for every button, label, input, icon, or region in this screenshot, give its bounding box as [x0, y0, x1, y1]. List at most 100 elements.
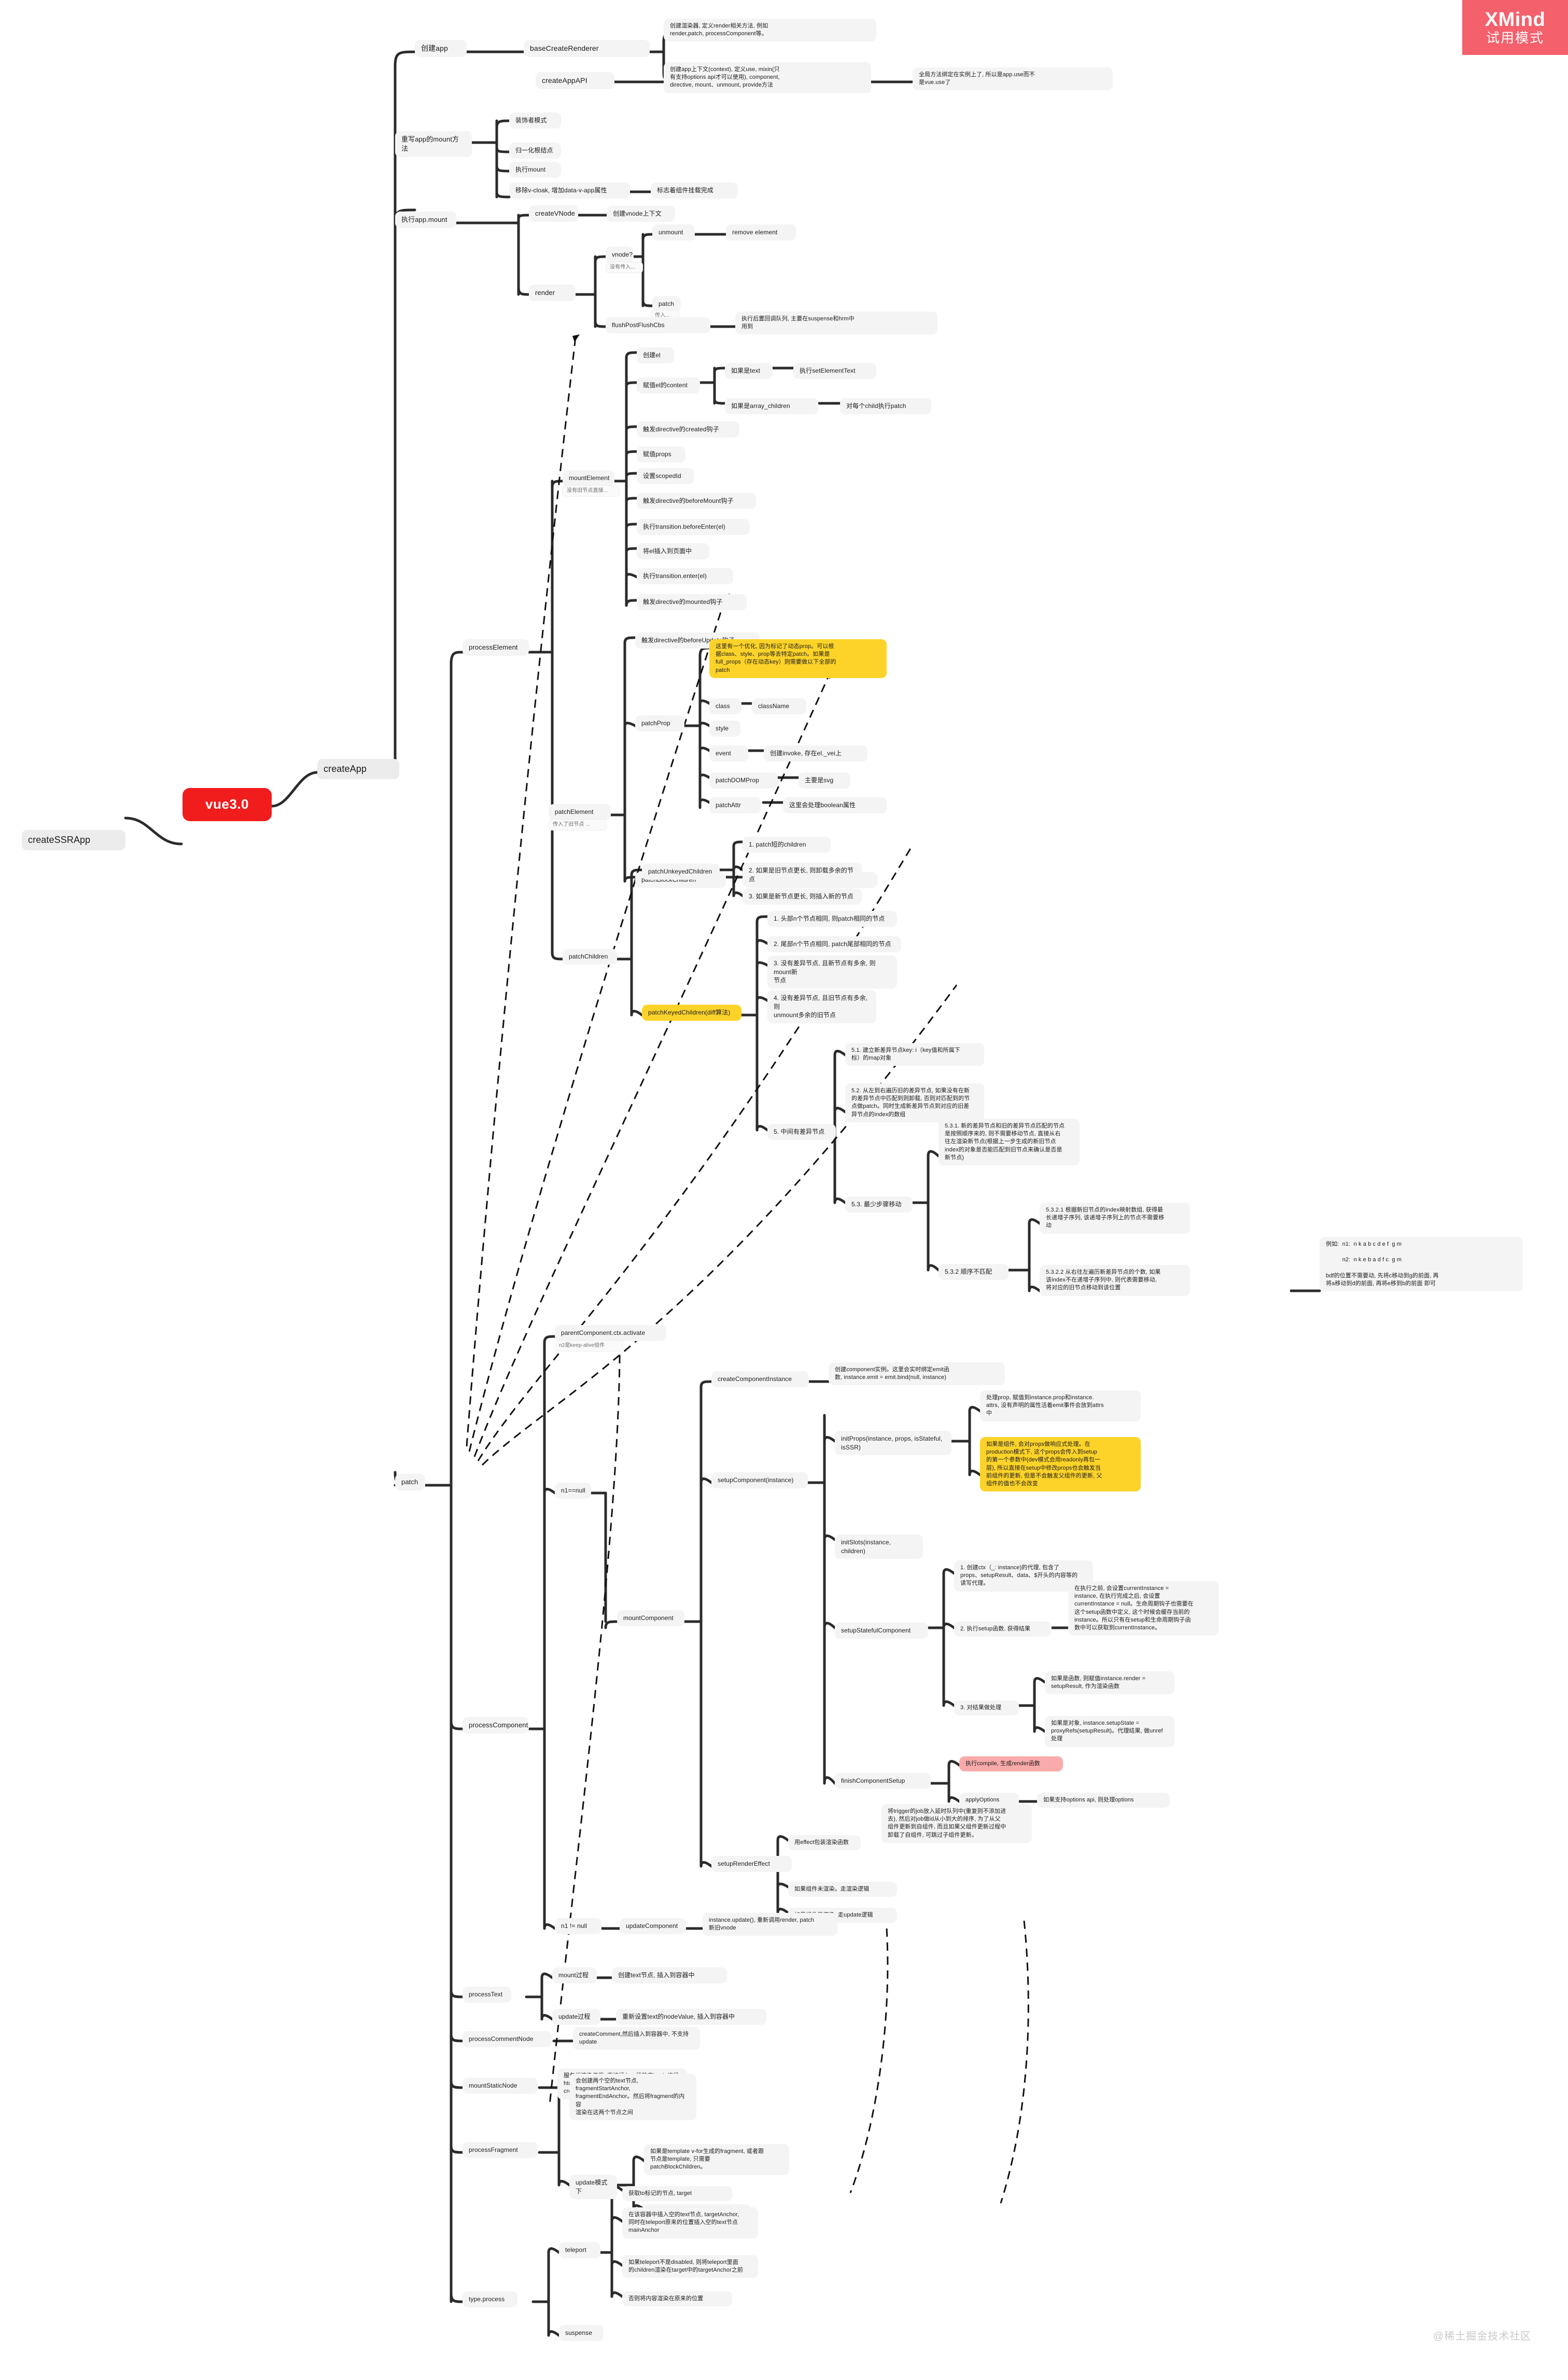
node-pt-update-value[interactable]: 重新设置text的nodeValue, 插入到容器中: [616, 2009, 766, 2025]
node-tp-4[interactable]: 否则将内容渲染在原来的位置: [622, 2291, 732, 2307]
node-sre-2[interactable]: 如果组件未渲染。走渲染逻辑: [788, 1882, 897, 1897]
node-patchelement[interactable]: patchElement: [549, 804, 611, 820]
node-mountcomponent[interactable]: mountComponent: [617, 1610, 684, 1626]
mindmap-root[interactable]: vue3.0: [183, 788, 272, 821]
node-exec-app-mount[interactable]: 执行app.mount: [395, 212, 456, 228]
node-setupstatefulcomponent[interactable]: setupStatefulComponent: [835, 1623, 928, 1639]
node-pkc-1[interactable]: 1. 头部n个节点相同, 则patch相同的节点: [767, 911, 897, 927]
node-me-2[interactable]: 赋值el的content: [637, 377, 700, 393]
node-me-4[interactable]: 赋值props: [637, 446, 685, 462]
node-rewrite-1[interactable]: 装饰者模式: [509, 112, 561, 129]
node-setupcomponent[interactable]: setupComponent(instance): [711, 1472, 808, 1488]
node-basecreaterenderer[interactable]: baseCreateRenderer: [524, 40, 650, 58]
node-rewrite-4b[interactable]: 标志着组件挂载完成: [651, 182, 738, 199]
node-render[interactable]: render: [529, 285, 576, 301]
node-pp-domprop[interactable]: patchDOMProp: [709, 772, 778, 788]
node-me-7[interactable]: 执行transition.beforeEnter(el): [637, 519, 750, 535]
node-rewrite-3[interactable]: 执行mount: [509, 162, 561, 178]
node-pkc-5-2[interactable]: 5.2. 从左到右遍历旧的差异节点, 如果没有在新 的差异节点中匹配到则卸载, …: [845, 1083, 984, 1122]
node-me-9[interactable]: 执行transition.enter(el): [637, 568, 733, 584]
node-applyoptions-note[interactable]: 如果支持options api, 则处理options: [1037, 1793, 1170, 1808]
node-pt-mount-value[interactable]: 创建text节点, 插入到容器中: [612, 1967, 727, 1983]
node-pkc-5[interactable]: 5. 中间有差异节点: [767, 1124, 836, 1140]
node-ssc-2[interactable]: 2. 执行setup函数, 获得结果: [954, 1622, 1052, 1637]
node-pkc-3[interactable]: 3. 没有差异节点, 且新节点有多余, 则mount新 节点: [767, 955, 897, 989]
node-updatecomponent[interactable]: updateComponent: [620, 1918, 686, 1934]
node-me-6[interactable]: 触发directive的beforeMount钩子: [637, 493, 756, 509]
node-type-process[interactable]: type.process: [463, 2291, 517, 2307]
node-pp-event-value[interactable]: 创建invoke, 存在el._vei上: [764, 745, 867, 762]
node-pkc-5-1[interactable]: 5.1. 建立新差异节点key: i（key值和所属下 标）的map对象: [845, 1043, 984, 1066]
node-me-2-2[interactable]: 如果是array_children: [725, 398, 818, 414]
node-pp-attr[interactable]: patchAttr: [709, 797, 761, 813]
node-pp-domprop-value[interactable]: 主要是svg: [799, 772, 850, 788]
node-pkc-5-3-2-2[interactable]: 5.3.2.2 从右往左遍历新差异节点的个数, 如果 该index不在递增子序列…: [1040, 1265, 1190, 1296]
node-pf-update[interactable]: update模式下: [569, 2175, 617, 2200]
node-processelement[interactable]: processElement: [463, 639, 529, 656]
node-createappapi[interactable]: createAppAPI: [536, 72, 614, 90]
node-ssc-3-b[interactable]: 如果是对象, instance.setupState = proxyRefs(s…: [1045, 1716, 1174, 1747]
node-setuprendereffect[interactable]: setupRenderEffect: [711, 1856, 792, 1872]
node-processcomponent[interactable]: processComponent: [463, 1717, 529, 1734]
node-pkc-5-3-2-1[interactable]: 5.3.2.1 根据新旧节点的index映射数组, 获得最 长递增子序列, 该递…: [1040, 1203, 1190, 1234]
node-tp-3[interactable]: 如果teleport不是disabled, 则将teleport里面 的chil…: [622, 2255, 758, 2278]
node-finishcomponentsetup[interactable]: finishComponentSetup: [835, 1773, 931, 1789]
node-me-2-1[interactable]: 如果是text: [725, 363, 773, 379]
node-createapp[interactable]: createApp: [317, 759, 399, 779]
node-teleport[interactable]: teleport: [559, 2242, 600, 2258]
node-processtext[interactable]: processText: [463, 1987, 511, 2003]
node-mountelement[interactable]: mountElement: [563, 470, 614, 486]
node-patchunkeyedchildren[interactable]: patchUnkeyedChildren: [642, 864, 720, 880]
node-initprops[interactable]: initProps(instance, props, isStateful, i…: [835, 1431, 951, 1456]
node-createcomponentinstance[interactable]: createComponentInstance: [711, 1371, 809, 1387]
node-flushpostflushcbs[interactable]: flushPostFlushCbs: [606, 317, 710, 333]
node-tp-1[interactable]: 获取to标记的节点, target: [622, 2186, 732, 2202]
node-suspense[interactable]: suspense: [559, 2325, 604, 2341]
node-sre-1[interactable]: 用effect包装渲染函数: [788, 1835, 861, 1851]
node-processfragment[interactable]: processFragment: [463, 2142, 538, 2158]
node-ssc-3[interactable]: 3. 对结果做处理: [954, 1700, 1019, 1716]
node-createvnode[interactable]: createVNode: [529, 205, 578, 222]
node-createssrapp[interactable]: createSSRApp: [22, 830, 125, 850]
node-puc-2[interactable]: 2. 如果是旧节点更长, 则卸载多余的节点: [743, 863, 862, 888]
node-tp-2[interactable]: 在该容器中插入空的text节点, targetAnchor, 同时在telepo…: [622, 2207, 758, 2238]
node-patchchildren[interactable]: patchChildren: [563, 949, 617, 965]
node-ssc-3-a[interactable]: 如果是函数, 则赋值instance.render = setupResult,…: [1045, 1671, 1174, 1695]
node-me-10[interactable]: 触发directive的mounted钩子: [637, 594, 747, 610]
node-patchkeyedchildren[interactable]: patchKeyedChildren(diff算法): [642, 1005, 741, 1021]
node-pp-event[interactable]: event: [709, 745, 748, 762]
node-n1-eq-null[interactable]: n1==null: [555, 1483, 591, 1499]
node-unmount[interactable]: unmount: [652, 224, 695, 241]
node-pkc-5-3[interactable]: 5.3. 最少步骤移动: [845, 1196, 913, 1213]
node-pkc-5-3-1[interactable]: 5.3.1. 新的差异节点和旧的差异节点匹配的节点 是按照顺序来的, 则不需要移…: [939, 1119, 1080, 1165]
node-vnode-question[interactable]: vnode?: [606, 247, 634, 263]
node-mountstaticnode[interactable]: mountStaticNode: [463, 2078, 538, 2094]
node-createvnode-note[interactable]: 创建vnode上下文: [607, 206, 675, 222]
node-pkc-5-3-2[interactable]: 5.3.2 顺序不匹配: [939, 1264, 1009, 1280]
node-patchprop[interactable]: patchProp: [635, 715, 684, 731]
node-pp-class[interactable]: class: [709, 698, 741, 714]
node-initslots[interactable]: initSlots(instance, children): [835, 1534, 923, 1559]
node-pt-mount[interactable]: mount过程: [552, 1967, 597, 1983]
node-puc-3[interactable]: 3. 如果是新节点更长, 则插入新的节点: [743, 889, 862, 905]
node-me-1[interactable]: 创建el: [637, 347, 674, 363]
node-me-3[interactable]: 触发directive的created钩子: [637, 421, 739, 438]
node-me-2-1b[interactable]: 执行setElementText: [793, 363, 876, 379]
node-pp-class-value[interactable]: className: [752, 698, 806, 714]
node-rewrite-2[interactable]: 归一化根结点: [509, 143, 561, 159]
node-me-8[interactable]: 将el插入到页面中: [637, 543, 709, 559]
node-pp-style[interactable]: style: [709, 721, 740, 737]
node-patch-small[interactable]: patch: [652, 296, 681, 312]
node-parentcomponent-activate[interactable]: parentComponent.ctx.activate: [555, 1325, 666, 1341]
node-pf-update-a[interactable]: 如果是template v-for生成的fragment, 或者跟 节点是tem…: [644, 2144, 789, 2175]
node-rewrite-4[interactable]: 移除v-cloak, 增加data-v-app属性: [509, 182, 630, 199]
node-pt-update[interactable]: update过程: [552, 2009, 600, 2025]
node-n1-neq-null[interactable]: n1 != null: [555, 1918, 601, 1934]
node-pp-attr-value[interactable]: 这里会处理boolean属性: [783, 797, 887, 813]
node-processcommentnode-value[interactable]: createComment,然后插入到容器中, 不支持 update: [573, 2027, 700, 2050]
node-me-5[interactable]: 设置scopedId: [637, 468, 694, 484]
node-puc-1[interactable]: 1. patch短的children: [743, 837, 831, 853]
node-pkc-2[interactable]: 2. 尾部n个节点相同, patch尾部相同的节点: [767, 936, 901, 952]
node-unmount-note[interactable]: remove element: [726, 224, 796, 241]
node-me-2-2b[interactable]: 对每个child执行patch: [840, 398, 931, 414]
